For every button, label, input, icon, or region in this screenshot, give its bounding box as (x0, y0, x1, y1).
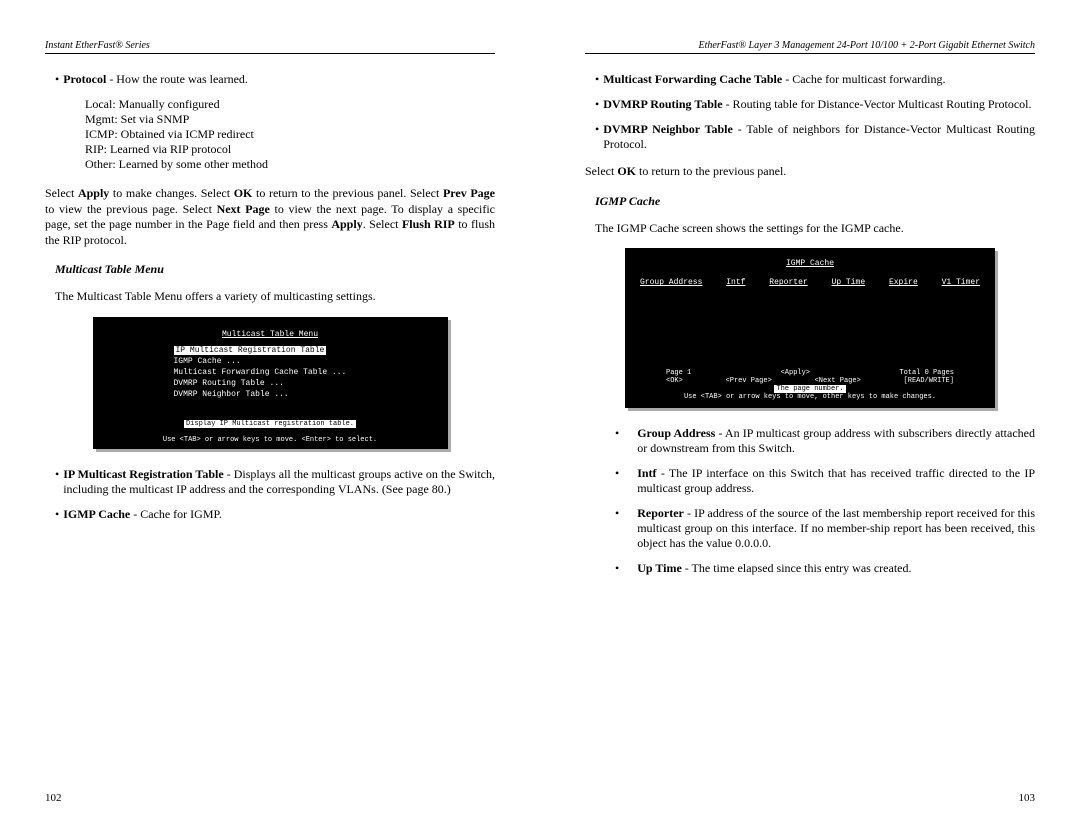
terminal-footer1: Display IP Multicast registration table. (184, 420, 356, 428)
bullet-uptime: • Up Time - The time elapsed since this … (585, 561, 1035, 576)
nav-apply: <Apply> (781, 369, 810, 377)
left-page: Instant EtherFast® Series • Protocol - H… (0, 0, 540, 834)
nav-prev: <Prev Page> (726, 377, 772, 385)
right-page: EtherFast® Layer 3 Management 24-Port 10… (540, 0, 1080, 834)
page-num-right: 103 (1019, 792, 1036, 804)
menu-item-dvmrp-routing: DVMRP Routing Table ... (174, 378, 437, 389)
para-igmp: The IGMP Cache screen shows the settings… (585, 221, 1035, 237)
nav-page: Page 1 (666, 369, 691, 377)
col-intf: Intf (726, 278, 745, 287)
terminal-title: Multicast Table Menu (104, 330, 437, 339)
terminal-igmp-cache: IGMP Cache Group Address Intf Reporter U… (625, 248, 995, 408)
col-reporter: Reporter (769, 278, 807, 287)
terminal2-title: IGMP Cache (636, 259, 984, 268)
terminal-multicast-menu: Multicast Table Menu IP Multicast Regist… (93, 317, 448, 449)
nav-ok: <OK> (666, 377, 683, 385)
bullet-intf: • Intf - The IP interface on this Switch… (585, 466, 1035, 496)
subheading-igmp: IGMP Cache (585, 194, 1035, 209)
terminal2-footer: Use <TAB> or arrow keys to move, other k… (636, 393, 984, 401)
bullet-ip-multicast: • IP Multicast Registration Table - Disp… (45, 467, 495, 497)
menu-item-fwd-cache: Multicast Forwarding Cache Table ... (174, 367, 437, 378)
para-apply: Select Apply to make changes. Select OK … (45, 186, 495, 248)
protocol-lines: Local: Manually configured Mgmt: Set via… (45, 97, 495, 172)
bullet-dvmrp-routing: • DVMRP Routing Table - Routing table fo… (585, 97, 1035, 112)
bullet-group-address: • Group Address - An IP multicast group … (585, 426, 1035, 456)
right-content: • Multicast Forwarding Cache Table - Cac… (585, 72, 1035, 804)
bullet-protocol: • Protocol - How the route was learned. (45, 72, 495, 87)
para-select-ok: Select OK to return to the previous pane… (585, 164, 1035, 180)
bullet-dvmrp-neighbor: • DVMRP Neighbor Table - Table of neighb… (585, 122, 1035, 152)
header-right: EtherFast® Layer 3 Management 24-Port 10… (585, 40, 1035, 54)
nav-pagenum: The page number. (774, 385, 845, 393)
bullet-reporter: • Reporter - IP address of the source of… (585, 506, 1035, 551)
col-group-address: Group Address (640, 278, 702, 287)
page-num-left: 102 (45, 792, 62, 804)
bullet-multicast-fwd: • Multicast Forwarding Cache Table - Cac… (585, 72, 1035, 87)
terminal-footer2: Use <TAB> or arrow keys to move. <Enter>… (104, 436, 437, 444)
nav-next: <Next Page> (815, 377, 861, 385)
col-expire: Expire (889, 278, 918, 287)
terminal2-bottom: Page 1 <Apply> Total 0 Pages <OK> <Prev … (636, 369, 984, 401)
nav-abort: [READ/WRITE] (904, 377, 954, 385)
header-left: Instant EtherFast® Series (45, 40, 495, 54)
subheading-multicast: Multicast Table Menu (45, 262, 495, 277)
menu-item-ip-multicast: IP Multicast Registration Table (174, 346, 327, 355)
para-multicast: The Multicast Table Menu offers a variet… (45, 289, 495, 305)
protocol-text: Protocol - How the route was learned. (63, 72, 495, 87)
terminal2-cols: Group Address Intf Reporter Up Time Expi… (636, 278, 984, 287)
menu-item-igmp: IGMP Cache ... (174, 356, 437, 367)
menu-item-dvmrp-neighbor: DVMRP Neighbor Table ... (174, 389, 437, 400)
col-v1timer: V1 Timer (942, 278, 980, 287)
col-uptime: Up Time (832, 278, 866, 287)
bullet-igmp-cache: • IGMP Cache - Cache for IGMP. (45, 507, 495, 522)
left-content: • Protocol - How the route was learned. … (45, 72, 495, 804)
nav-total: Total 0 Pages (899, 369, 954, 377)
